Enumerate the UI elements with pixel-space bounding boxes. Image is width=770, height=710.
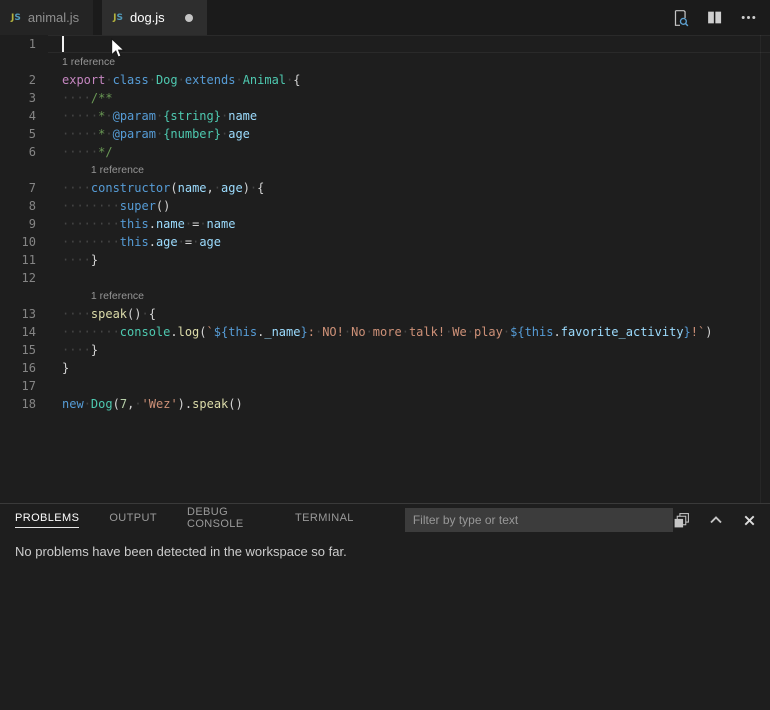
- line-number: 9: [0, 215, 36, 233]
- line-number: 4: [0, 107, 36, 125]
- codelens-reference[interactable]: 1 reference: [0, 53, 770, 71]
- panel-tab-problems[interactable]: PROBLEMS: [15, 512, 79, 528]
- code-text: ········this.age·=·age: [36, 233, 221, 251]
- panel-tabs: PROBLEMS OUTPUT DEBUG CONSOLE TERMINAL: [15, 506, 384, 534]
- problems-filter-input[interactable]: [405, 508, 673, 532]
- line-number: 8: [0, 197, 36, 215]
- line-number: 6: [0, 143, 36, 161]
- code-line-18[interactable]: 18new·Dog(7,·'Wez').speak(): [0, 395, 770, 413]
- split-editor-button[interactable]: [706, 9, 723, 26]
- line-number: 16: [0, 359, 36, 377]
- line-number: 1: [0, 35, 36, 53]
- code-text: ····speak()·{: [36, 305, 156, 323]
- code-text: new·Dog(7,·'Wez').speak(): [36, 395, 243, 413]
- bottom-panel: PROBLEMS OUTPUT DEBUG CONSOLE TERMINAL: [0, 503, 770, 710]
- code-text: ·····*/: [36, 143, 113, 161]
- open-preview-button[interactable]: [671, 9, 689, 27]
- code-text: ·····*·@param·{string}·name: [36, 107, 257, 125]
- editor-tab-animal-js[interactable]: JS animal.js: [0, 0, 93, 35]
- problems-empty-message: No problems have been detected in the wo…: [0, 536, 770, 559]
- maximize-panel-button[interactable]: [708, 512, 724, 528]
- line-number: 2: [0, 71, 36, 89]
- code-line-1[interactable]: 1: [0, 35, 770, 53]
- line-number: 5: [0, 125, 36, 143]
- collapse-all-icon: [673, 512, 690, 529]
- line-number: 17: [0, 377, 36, 395]
- code-line-15[interactable]: 15····}: [0, 341, 770, 359]
- line-number: 7: [0, 179, 36, 197]
- close-panel-button[interactable]: [742, 513, 757, 528]
- tab-label: animal.js: [28, 10, 79, 25]
- code-line-8[interactable]: 8········super(): [0, 197, 770, 215]
- file-search-icon: [671, 9, 689, 27]
- code-line-11[interactable]: 11····}: [0, 251, 770, 269]
- editor-tab-dog-js[interactable]: JS dog.js: [102, 0, 207, 35]
- code-text: ········this.name·=·name: [36, 215, 235, 233]
- codelens-reference[interactable]: 1 reference: [0, 161, 770, 179]
- code-text: [36, 269, 62, 287]
- line-number: 12: [0, 269, 36, 287]
- chevron-up-icon: [708, 512, 724, 528]
- code-line-17[interactable]: 17: [0, 377, 770, 395]
- editor-tab-bar-tabs: JS animal.js JS dog.js: [0, 0, 207, 35]
- code-line-4[interactable]: 4·····*·@param·{string}·name: [0, 107, 770, 125]
- panel-tab-debug-console[interactable]: DEBUG CONSOLE: [187, 506, 265, 534]
- code-text: [36, 35, 62, 53]
- close-icon: [742, 513, 757, 528]
- code-line-6[interactable]: 6·····*/: [0, 143, 770, 161]
- code-line-5[interactable]: 5·····*·@param·{number}·age: [0, 125, 770, 143]
- more-actions-button[interactable]: [740, 9, 757, 26]
- code-line-9[interactable]: 9········this.name·=·name: [0, 215, 770, 233]
- code-line-10[interactable]: 10········this.age·=·age: [0, 233, 770, 251]
- code-text: ····constructor(name,·age)·{: [36, 179, 264, 197]
- code-text: ·····*·@param·{number}·age: [36, 125, 250, 143]
- editor-scrollbar[interactable]: [760, 35, 770, 503]
- code-editor[interactable]: 11 reference2export·class·Dog·extends·An…: [0, 35, 770, 503]
- code-text: [36, 377, 62, 395]
- tab-label: dog.js: [130, 10, 165, 25]
- line-number: 11: [0, 251, 36, 269]
- code-text: ····}: [36, 341, 98, 359]
- code-area: 11 reference2export·class·Dog·extends·An…: [0, 35, 770, 413]
- code-line-2[interactable]: 2export·class·Dog·extends·Animal·{: [0, 71, 770, 89]
- panel-tab-output[interactable]: OUTPUT: [109, 512, 157, 528]
- line-number: 10: [0, 233, 36, 251]
- code-line-3[interactable]: 3····/**: [0, 89, 770, 107]
- panel-header: PROBLEMS OUTPUT DEBUG CONSOLE TERMINAL: [0, 504, 770, 536]
- line-number: 15: [0, 341, 36, 359]
- code-line-13[interactable]: 13····speak()·{: [0, 305, 770, 323]
- code-line-16[interactable]: 16}: [0, 359, 770, 377]
- code-text: ········console.log(`${this._name}:·NO!·…: [36, 323, 712, 341]
- panel-tab-terminal[interactable]: TERMINAL: [295, 512, 354, 528]
- js-file-icon: JS: [11, 13, 21, 23]
- editor-tab-bar: JS animal.js JS dog.js: [0, 0, 770, 35]
- panel-header-icons: [673, 512, 770, 529]
- line-number: 14: [0, 323, 36, 341]
- js-file-icon: JS: [113, 13, 123, 23]
- split-editor-icon: [706, 9, 723, 26]
- code-text: ····/**: [36, 89, 113, 107]
- code-line-14[interactable]: 14········console.log(`${this._name}:·NO…: [0, 323, 770, 341]
- text-cursor: [62, 36, 64, 52]
- code-text: export·class·Dog·extends·Animal·{: [36, 71, 301, 89]
- collapse-all-button[interactable]: [673, 512, 690, 529]
- editor-actions: [671, 0, 770, 35]
- ellipsis-icon: [740, 9, 757, 26]
- code-text: ····}: [36, 251, 98, 269]
- code-text: ········super(): [36, 197, 170, 215]
- code-text: }: [36, 359, 69, 377]
- line-number: 3: [0, 89, 36, 107]
- line-number: 13: [0, 305, 36, 323]
- codelens-reference[interactable]: 1 reference: [0, 287, 770, 305]
- code-line-7[interactable]: 7····constructor(name,·age)·{: [0, 179, 770, 197]
- modified-indicator[interactable]: [185, 14, 193, 22]
- line-number: 18: [0, 395, 36, 413]
- code-line-12[interactable]: 12: [0, 269, 770, 287]
